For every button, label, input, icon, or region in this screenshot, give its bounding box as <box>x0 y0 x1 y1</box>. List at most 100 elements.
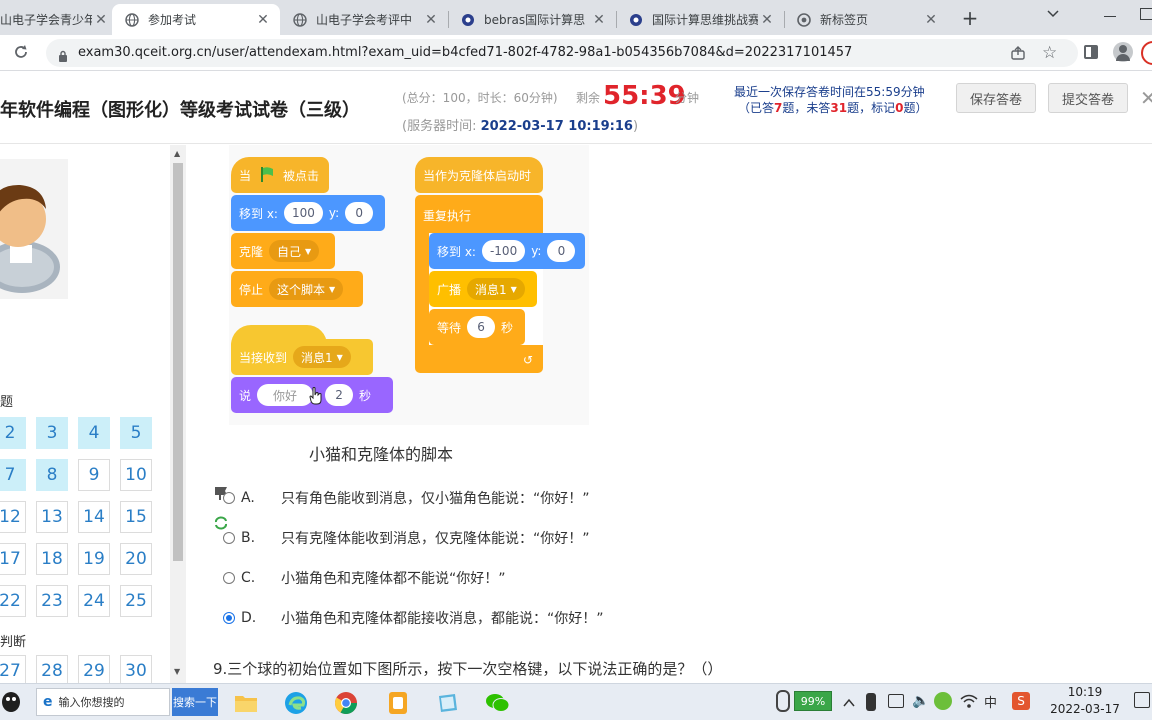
notes-app-icon[interactable] <box>384 689 412 717</box>
question-number[interactable]: 24 <box>78 585 110 617</box>
option-letter: D. <box>241 610 257 626</box>
broadcast-block: 广播 消息1 ▼ <box>429 271 537 307</box>
chrome-icon <box>796 12 812 28</box>
side-panel-icon[interactable] <box>1084 45 1098 59</box>
search-input[interactable]: e 输入你想搜的 <box>36 688 170 716</box>
question-number[interactable]: 10 <box>120 459 152 491</box>
question-number[interactable]: 17 <box>0 543 26 575</box>
new-tab-icon[interactable]: + <box>958 6 982 30</box>
submit-answers-button[interactable]: 提交答卷 <box>1048 83 1128 113</box>
close-icon[interactable]: ✕ <box>422 12 440 28</box>
question-number[interactable]: 14 <box>78 501 110 533</box>
update-icon[interactable] <box>1141 41 1152 65</box>
close-icon[interactable]: ✕ <box>1140 86 1152 110</box>
tab-6[interactable]: 新标签页 ✕ <box>786 4 946 35</box>
option-b-radio[interactable] <box>223 532 235 544</box>
question-number[interactable]: 7 <box>0 459 26 491</box>
block-label: 秒 <box>501 320 514 335</box>
notification-icon[interactable] <box>1134 692 1150 708</box>
address-bar[interactable]: exam30.qceit.org.cn/user/attendexam.html… <box>46 39 1078 67</box>
sidebar-scrollbar[interactable]: ▲ ▼ <box>170 145 186 683</box>
green-flag-icon <box>259 166 275 185</box>
search-button[interactable]: 搜索一下 <box>172 688 218 716</box>
question-number[interactable]: 2 <box>0 417 26 449</box>
tab-4[interactable]: bebras国际计算思 ✕ <box>450 4 614 35</box>
close-icon[interactable]: ✕ <box>254 12 272 28</box>
share-icon[interactable] <box>1010 45 1026 65</box>
dropdown-arrow-icon: ▼ <box>510 284 517 294</box>
clock-date[interactable]: 2022-03-17 <box>1044 702 1126 716</box>
sogou-icon[interactable]: S <box>1012 692 1030 710</box>
browser-tab-strip: 山电子学会青少年 ✕ 参加考试 ✕ 山电子学会考评中 ✕ bebras国际计算思… <box>0 0 1152 35</box>
block-label: y: <box>531 244 542 258</box>
stop-block: 停止 这个脚本 ▼ <box>231 271 363 307</box>
security-app-icon[interactable] <box>934 692 952 710</box>
close-icon[interactable]: ✕ <box>922 12 940 28</box>
maximize-icon[interactable] <box>1140 8 1152 20</box>
question-number[interactable]: 23 <box>36 585 68 617</box>
tab-1[interactable]: 山电子学会青少年 ✕ <box>0 4 110 35</box>
battery-indicator[interactable]: 99% <box>794 691 832 711</box>
question-number[interactable]: 9 <box>78 459 110 491</box>
profile-avatar-icon[interactable] <box>1113 42 1133 62</box>
tab-2[interactable]: 参加考试 ✕ <box>112 4 280 35</box>
reload-icon[interactable] <box>12 43 32 63</box>
question-number[interactable]: 25 <box>120 585 152 617</box>
option-d-radio[interactable] <box>223 612 235 624</box>
close-icon[interactable]: ✕ <box>92 12 110 28</box>
question-number[interactable]: 15 <box>120 501 152 533</box>
question-number[interactable]: 4 <box>78 417 110 449</box>
remaining-unit: 分钟 <box>675 91 700 105</box>
scrollbar-thumb[interactable] <box>173 163 183 561</box>
phone-icon[interactable] <box>866 693 876 711</box>
chevron-up-icon[interactable] <box>842 694 856 713</box>
chevron-down-icon[interactable] <box>1046 6 1064 26</box>
option-text: 小猫角色和克隆体都能接收消息，都能说：“你好！” <box>281 611 604 627</box>
dropdown-value: 这个脚本 <box>277 282 326 297</box>
option-a-radio[interactable] <box>223 492 235 504</box>
tab-3[interactable]: 山电子学会考评中 ✕ <box>282 4 446 35</box>
tab-title: 国际计算思维挑战赛 <box>652 13 758 27</box>
wifi-icon[interactable] <box>960 693 978 713</box>
notepad-icon[interactable] <box>434 689 462 717</box>
minimize-icon[interactable] <box>1104 16 1116 17</box>
usb-drive-icon[interactable] <box>776 690 790 712</box>
question-nav-sidebar: 题 2 3 4 5 7 8 9 10 12 13 14 15 17 18 19 … <box>0 145 186 687</box>
question-content: 当 被点击 移到 x: 100 y: 0 克隆 自己 ▼ 停止 这个脚本 ▼ 当… <box>193 145 1152 683</box>
option-c[interactable]: C. 小猫角色和克隆体都不能说“你好！” <box>223 567 506 589</box>
question-number[interactable]: 3 <box>36 417 68 449</box>
block-label: 广播 <box>437 282 462 297</box>
clock-time[interactable]: 10:19 <box>1044 685 1126 699</box>
screen-icon[interactable] <box>888 694 904 708</box>
question-number[interactable]: 20 <box>120 543 152 575</box>
question-number[interactable]: 5 <box>120 417 152 449</box>
bebras-icon <box>628 12 644 28</box>
start-icon[interactable] <box>0 690 22 714</box>
option-d[interactable]: D. 小猫角色和克隆体都能接收消息，都能说：“你好！” <box>223 607 604 629</box>
close-icon[interactable]: ✕ <box>758 12 776 28</box>
volume-icon[interactable]: 🔈 <box>912 693 929 709</box>
lock-icon[interactable] <box>58 47 68 66</box>
option-c-radio[interactable] <box>223 572 235 584</box>
question-number[interactable]: 19 <box>78 543 110 575</box>
chrome-icon[interactable] <box>332 689 360 717</box>
bookmark-star-icon[interactable]: ☆ <box>1042 43 1057 63</box>
progress-suffix: 题） <box>903 101 928 115</box>
question-number[interactable]: 18 <box>36 543 68 575</box>
question-number[interactable]: 8 <box>36 459 68 491</box>
option-b[interactable]: B. 只有克隆体能收到消息，仅克隆体能说：“你好！” <box>223 527 590 549</box>
save-answers-button[interactable]: 保存答卷 <box>956 83 1036 113</box>
question-number[interactable]: 12 <box>0 501 26 533</box>
option-a[interactable]: A. 只有角色能收到消息，仅小猫角色能说：“你好！” <box>223 487 590 509</box>
search-placeholder: 输入你想搜的 <box>58 696 125 709</box>
question-number[interactable]: 13 <box>36 501 68 533</box>
wechat-icon[interactable] <box>484 689 512 717</box>
question-number[interactable]: 22 <box>0 585 26 617</box>
edge-icon[interactable] <box>282 689 310 717</box>
tab-5[interactable]: 国际计算思维挑战赛 ✕ <box>618 4 782 35</box>
exam-header: 年软件编程（图形化）等级考试试卷（三级） (总分：100，时长：60分钟) 剩余… <box>0 72 1152 144</box>
input-method-indicator[interactable]: 中 <box>984 692 997 711</box>
remaining-label: 剩余 <box>576 91 601 105</box>
close-icon[interactable]: ✕ <box>590 12 608 28</box>
file-explorer-icon[interactable] <box>232 689 260 717</box>
